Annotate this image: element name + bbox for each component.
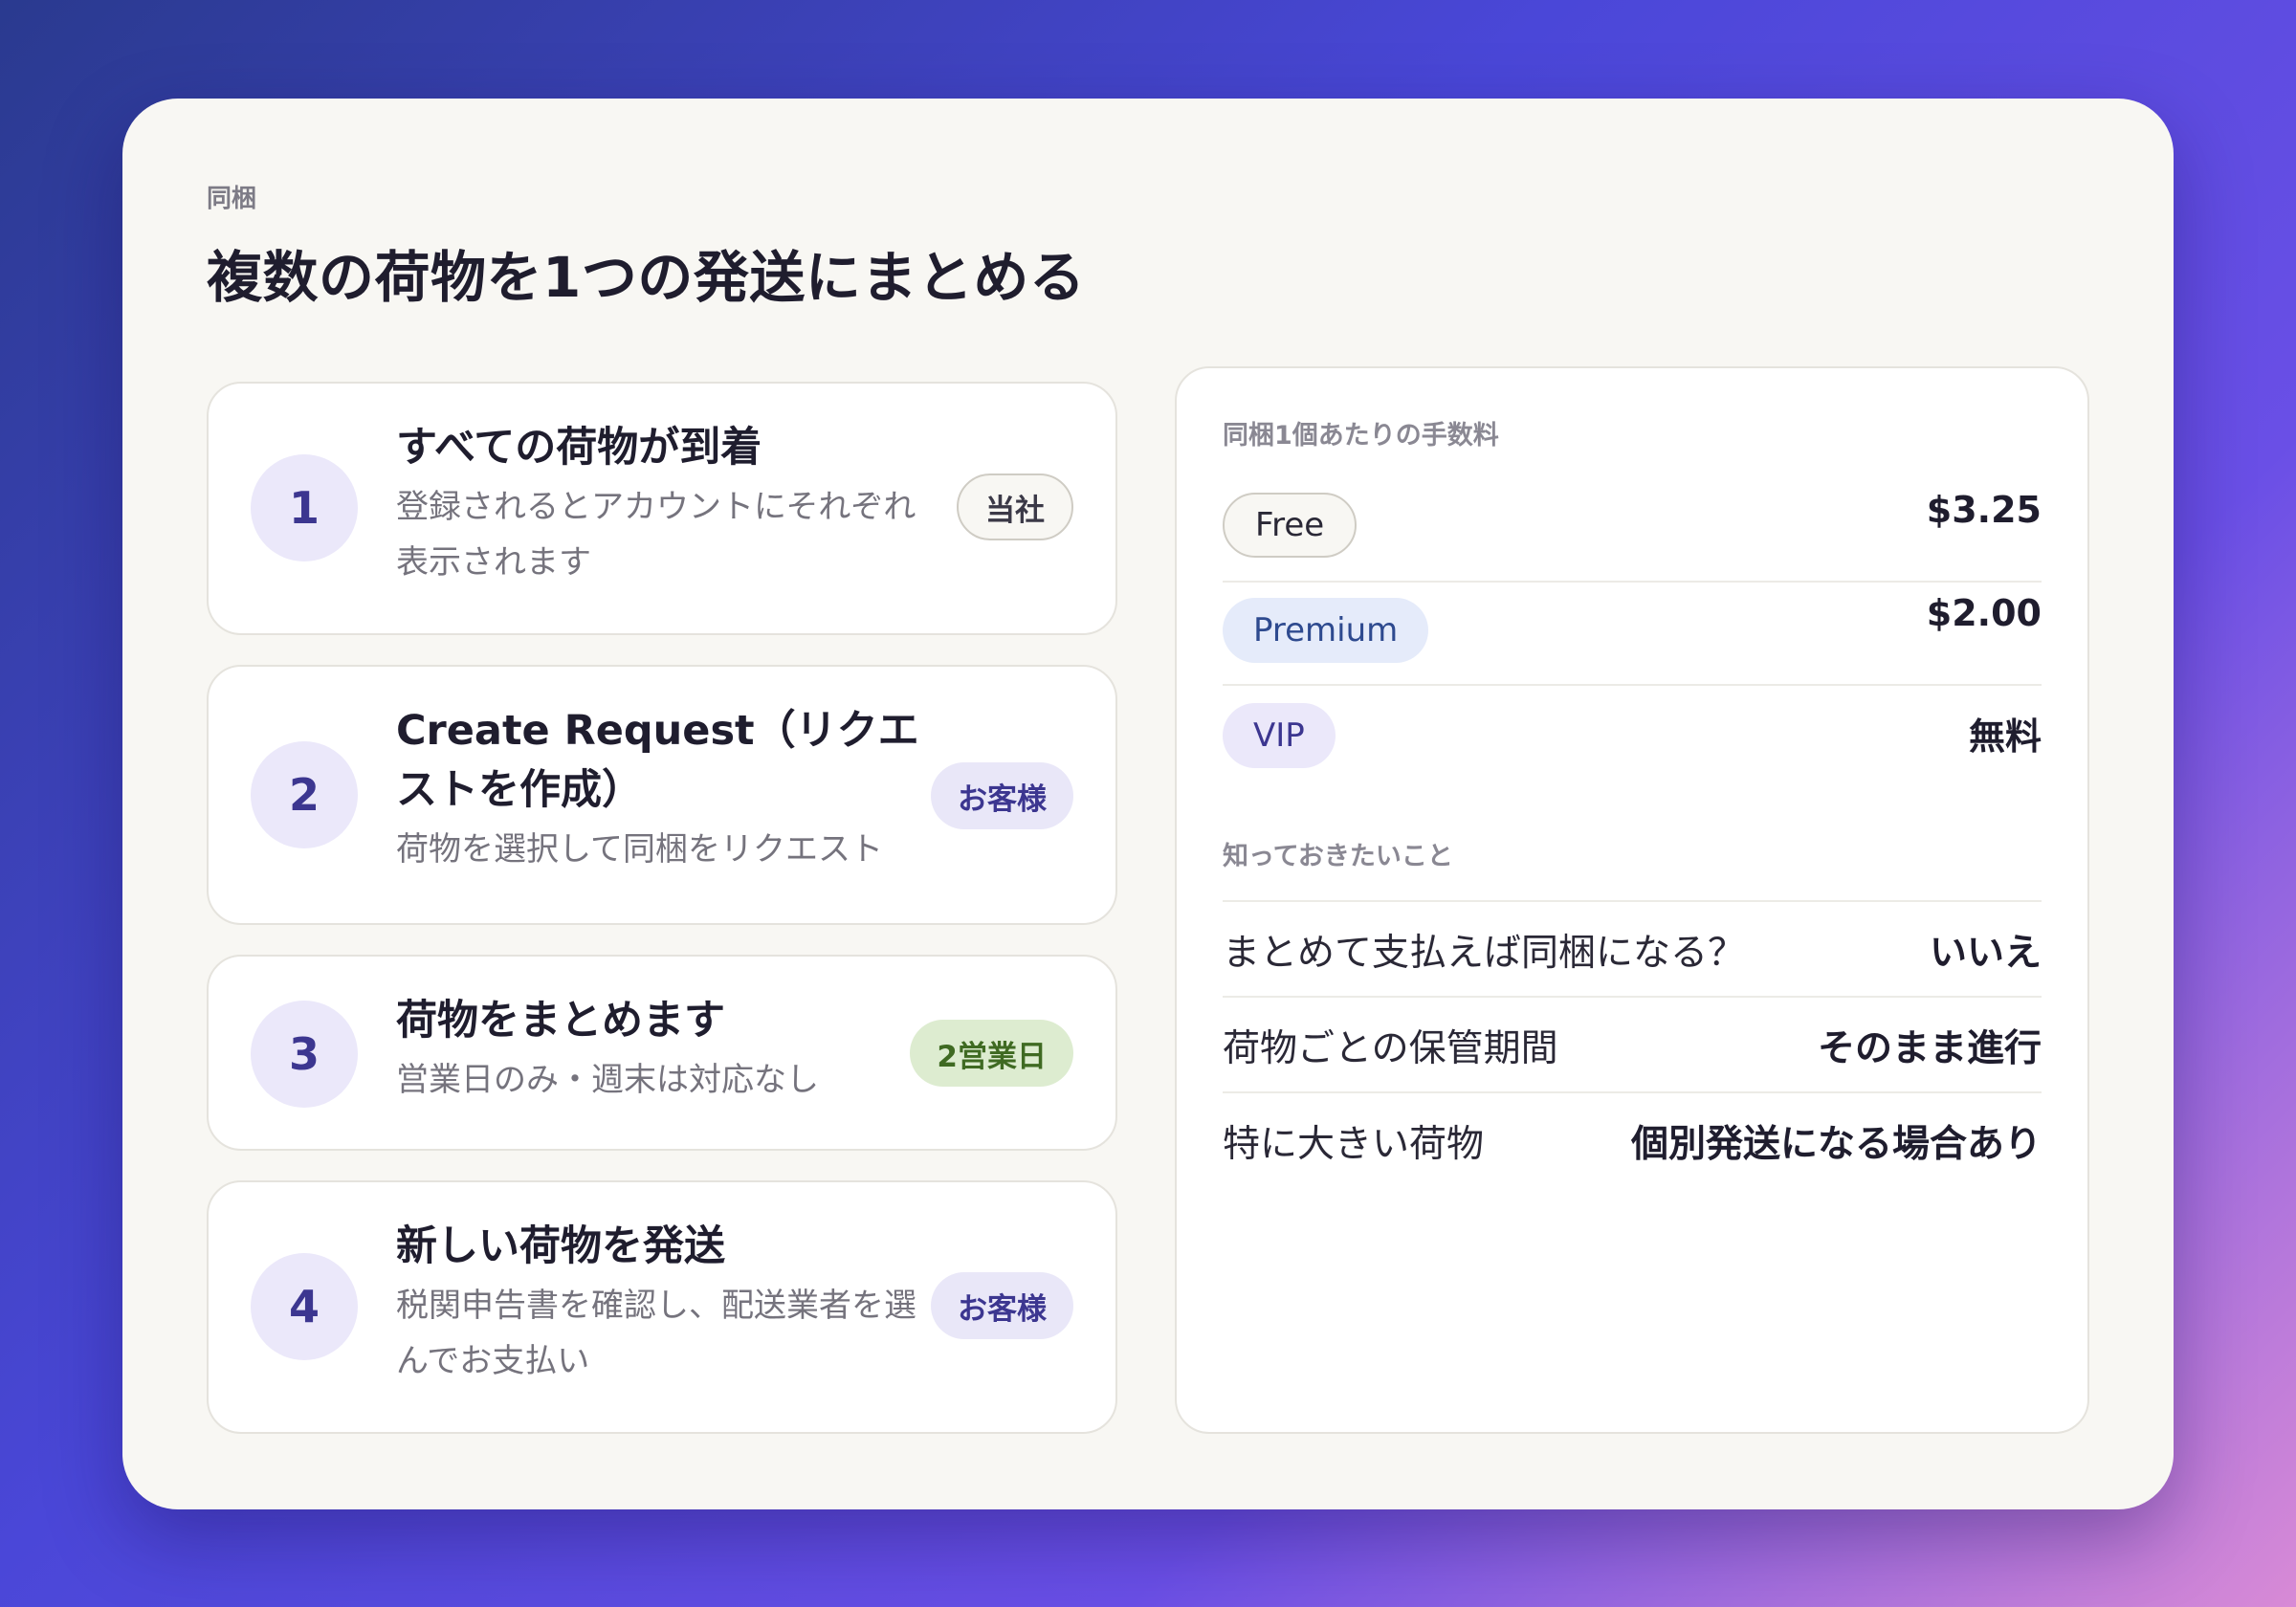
step-card-2: 2 Create Request（リクエストを作成） 荷物を選択して同梱をリクエ…: [207, 665, 1117, 925]
fee-row-premium: Premium $2.00: [1223, 581, 2042, 686]
faq-question: まとめて支払えば同梱になる？: [1223, 932, 1746, 975]
step-duration-badge: 2営業日: [910, 1020, 1073, 1087]
step-owner-badge: 当社: [957, 473, 1073, 540]
fee-price: $3.25: [1926, 489, 2042, 531]
faq-row: 特に大きい荷物 個別発送になる場合あり: [1223, 1091, 2042, 1189]
fee-price: $2.00: [1926, 592, 2042, 634]
step-card-3: 3 荷物をまとめます 営業日のみ・週末は対応なし 2営業日: [207, 955, 1117, 1151]
step-text: すべての荷物が到着 登録されるとアカウントにそれぞれ表示されます: [396, 418, 932, 590]
faq-question: 荷物ごとの保管期間: [1223, 1027, 1558, 1070]
step-number: 4: [251, 1253, 358, 1360]
step-number: 1: [251, 454, 358, 561]
plan-badge-premium: Premium: [1223, 598, 1429, 663]
step-card-4: 4 新しい荷物を発送 税関申告書を確認し、配送業者を選んでお支払い お客様: [207, 1180, 1117, 1434]
faq-answer: 個別発送になる場合あり: [1630, 1123, 2042, 1166]
faq-answer: そのまま進行: [1817, 1027, 2042, 1070]
step-card-1: 1 すべての荷物が到着 登録されるとアカウントにそれぞれ表示されます 当社: [207, 382, 1117, 635]
fee-info-panel: 同梱1個あたりの手数料 Free $3.25 Premium $2.00 VIP…: [1175, 366, 2089, 1434]
fee-row-vip: VIP 無料: [1223, 684, 2042, 789]
fee-price: 無料: [1968, 715, 2042, 758]
step-title: Create Request（リクエストを作成）: [396, 707, 919, 814]
step-description: 営業日のみ・週末は対応なし: [396, 1061, 819, 1099]
faq-row: まとめて支払えば同梱になる？ いいえ: [1223, 900, 2042, 998]
step-number: 3: [251, 1001, 358, 1108]
fees-heading: 同梱1個あたりの手数料: [1223, 421, 1499, 451]
fee-row-free: Free $3.25: [1223, 472, 2042, 583]
step-number: 2: [251, 741, 358, 848]
plan-badge-vip: VIP: [1223, 703, 1336, 768]
faq-answer: いいえ: [1929, 932, 2042, 975]
step-title: 新しい荷物を発送: [396, 1222, 725, 1270]
step-text: 新しい荷物を発送 税関申告書を確認し、配送業者を選んでお支払い: [396, 1217, 932, 1389]
consolidation-card: 同梱 複数の荷物を1つの発送にまとめる 1 すべての荷物が到着 登録されるとアカ…: [122, 99, 2174, 1509]
step-text: 荷物をまとめます 営業日のみ・週末は対応なし: [396, 991, 932, 1108]
step-owner-badge: お客様: [931, 1272, 1073, 1339]
faq-row: 荷物ごとの保管期間 そのまま進行: [1223, 996, 2042, 1093]
step-title: 荷物をまとめます: [396, 997, 725, 1045]
step-description: 税関申告書を確認し、配送業者を選んでお支払い: [396, 1287, 916, 1380]
faq-heading: 知っておきたいこと: [1223, 842, 1453, 871]
faq-question: 特に大きい荷物: [1223, 1123, 1485, 1166]
plan-badge-free: Free: [1223, 493, 1358, 558]
step-text: Create Request（リクエストを作成） 荷物を選択して同梱をリクエスト: [396, 701, 932, 877]
step-title: すべての荷物が到着: [396, 424, 762, 472]
step-owner-badge: お客様: [931, 762, 1073, 829]
page-title: 複数の荷物を1つの発送にまとめる: [207, 245, 1086, 310]
section-eyebrow: 同梱: [207, 185, 257, 213]
step-description: 登録されるとアカウントにそれぞれ表示されます: [396, 488, 916, 582]
step-description: 荷物を選択して同梱をリクエスト: [396, 830, 883, 869]
